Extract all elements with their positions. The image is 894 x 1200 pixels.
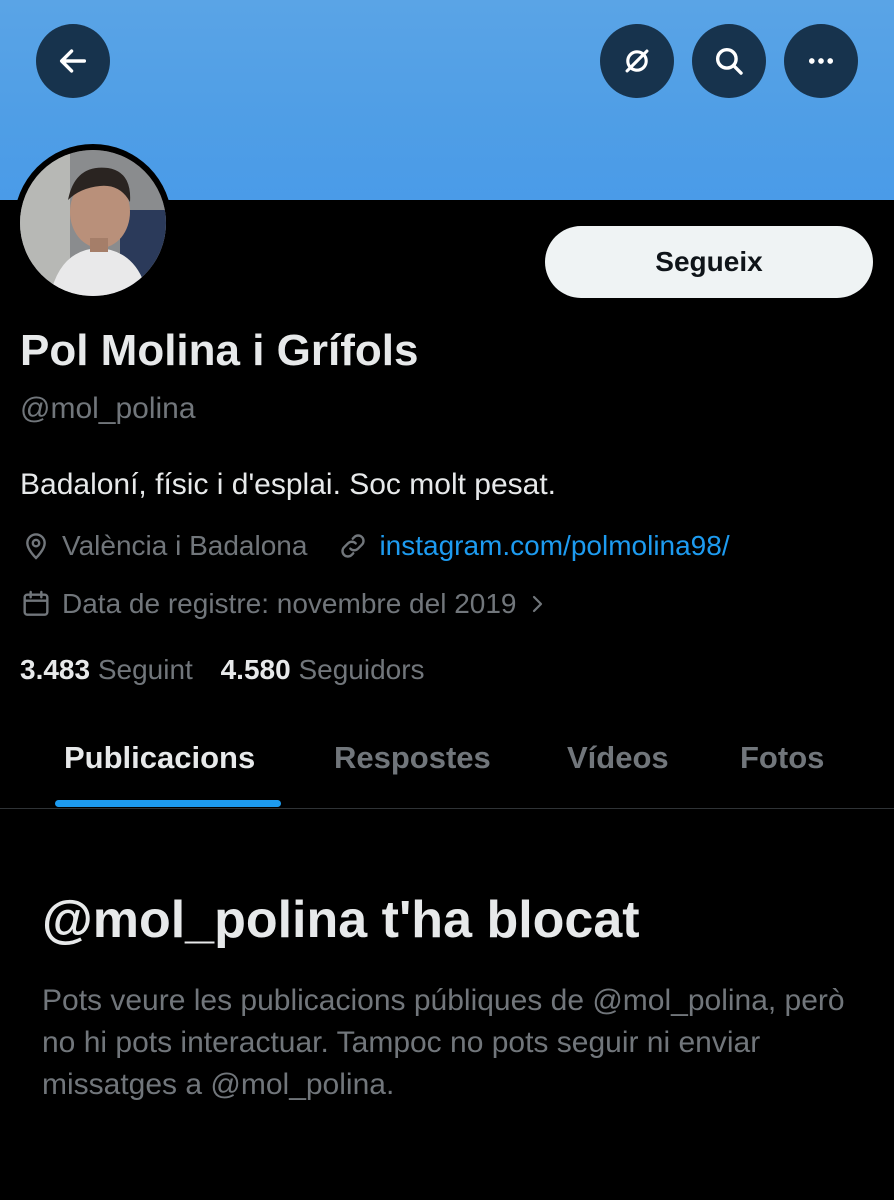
calendar-icon — [23, 590, 49, 616]
search-button[interactable] — [692, 24, 766, 98]
blocked-message: Pots veure les publicacions públiques de… — [42, 984, 845, 1101]
location-pin-icon — [26, 533, 46, 560]
avatar — [20, 150, 166, 296]
avatar-photo — [20, 150, 166, 296]
back-button[interactable] — [36, 24, 110, 98]
tab-publicacions[interactable]: Publicacions — [64, 740, 255, 776]
chevron-right-icon — [532, 595, 542, 613]
followers-count: 4.580 — [220, 654, 291, 685]
profile-joined: Data de registre: novembre del 2019 — [62, 588, 517, 619]
followers-label: Seguidors — [298, 654, 425, 685]
profile-meta-location-row: València i Badalona instagram.com/polmol… — [20, 530, 730, 562]
profile-stats: 3.483 Seguint 4.580 Seguidors — [20, 654, 425, 686]
search-icon — [715, 47, 743, 75]
profile-website-link[interactable]: instagram.com/polmolina98/ — [379, 530, 729, 562]
active-tab-indicator — [55, 800, 281, 807]
link-icon — [341, 534, 366, 558]
dismiss-icon — [625, 49, 649, 73]
following-label: Seguint — [97, 654, 193, 685]
tab-respostes[interactable]: Respostes — [334, 740, 491, 776]
profile-bio: Badaloní, físic i d'esplai. Soc molt pes… — [20, 468, 557, 501]
profile-location: València i Badalona — [62, 530, 308, 561]
tab-videos[interactable]: Vídeos — [567, 740, 669, 776]
following-stat[interactable]: 3.483 Seguint — [20, 654, 201, 685]
arrow-left-icon — [59, 49, 87, 73]
grok-button[interactable] — [600, 24, 674, 98]
profile-name: Pol Molina i Grífols — [20, 326, 419, 375]
more-icon — [808, 58, 834, 64]
following-count: 3.483 — [20, 654, 91, 685]
tab-fotos[interactable]: Fotos — [740, 740, 824, 776]
follow-button[interactable]: Segueix — [545, 226, 873, 298]
profile-joined-row[interactable]: Data de registre: novembre del 2019 — [20, 588, 559, 620]
profile-handle: @mol_polina — [20, 392, 196, 425]
blocked-title: @mol_polina t'ha blocat — [42, 891, 640, 949]
followers-stat[interactable]: 4.580 Seguidors — [221, 654, 425, 685]
avatar-frame[interactable] — [14, 144, 172, 302]
more-button[interactable] — [784, 24, 858, 98]
profile-tabs: Publicacions Respostes Vídeos Fotos — [0, 720, 894, 809]
